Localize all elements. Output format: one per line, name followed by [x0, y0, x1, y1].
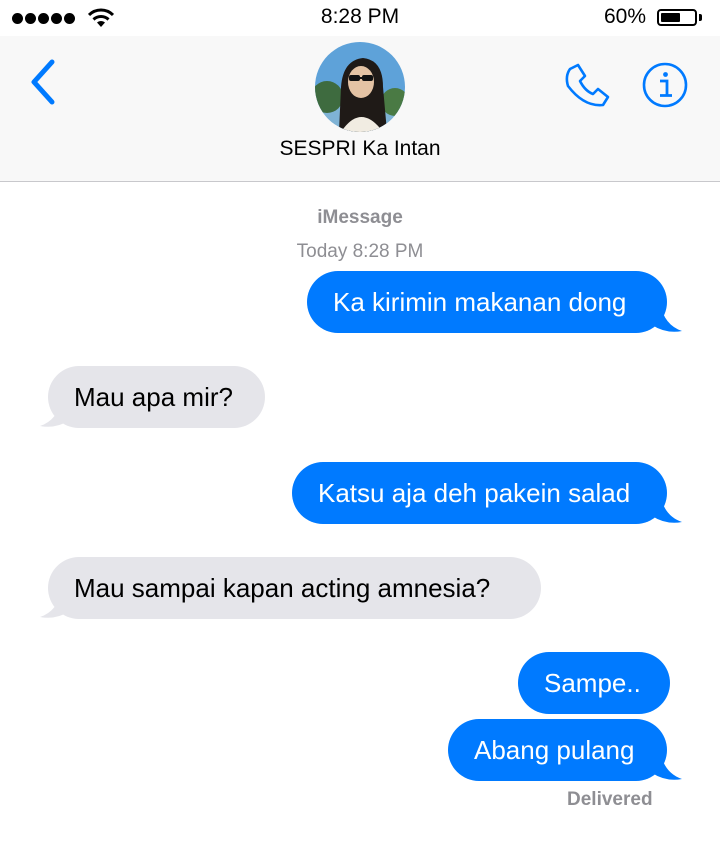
conversation-timestamp: Today 8:28 PM: [296, 241, 424, 262]
phone-icon[interactable]: [562, 60, 612, 110]
avatar[interactable]: [315, 42, 405, 132]
delivery-status: Delivered: [567, 789, 653, 810]
incoming-message[interactable]: Mau apa mir?: [48, 366, 265, 428]
battery-level: [661, 13, 680, 22]
service-label: iMessage: [317, 207, 403, 228]
conversation-header: SESPRI Ka Intan: [0, 36, 720, 182]
outgoing-message[interactable]: Sampe..: [518, 652, 670, 714]
battery-cap: [699, 14, 702, 21]
outgoing-message[interactable]: Ka kirimin makanan dong: [307, 271, 667, 333]
contact-name[interactable]: SESPRI Ka Intan: [0, 137, 720, 161]
battery-percentage: 60%: [604, 5, 647, 28]
outgoing-message[interactable]: Katsu aja deh pakein salad: [292, 462, 667, 524]
chevron-left-icon[interactable]: [28, 58, 56, 106]
status-bar: 8:28 PM 60%: [0, 0, 720, 36]
outgoing-message[interactable]: Abang pulang: [448, 719, 667, 781]
incoming-message[interactable]: Mau sampai kapan acting amnesia?: [48, 557, 541, 619]
battery-icon: [657, 9, 697, 26]
info-icon[interactable]: [641, 61, 689, 109]
